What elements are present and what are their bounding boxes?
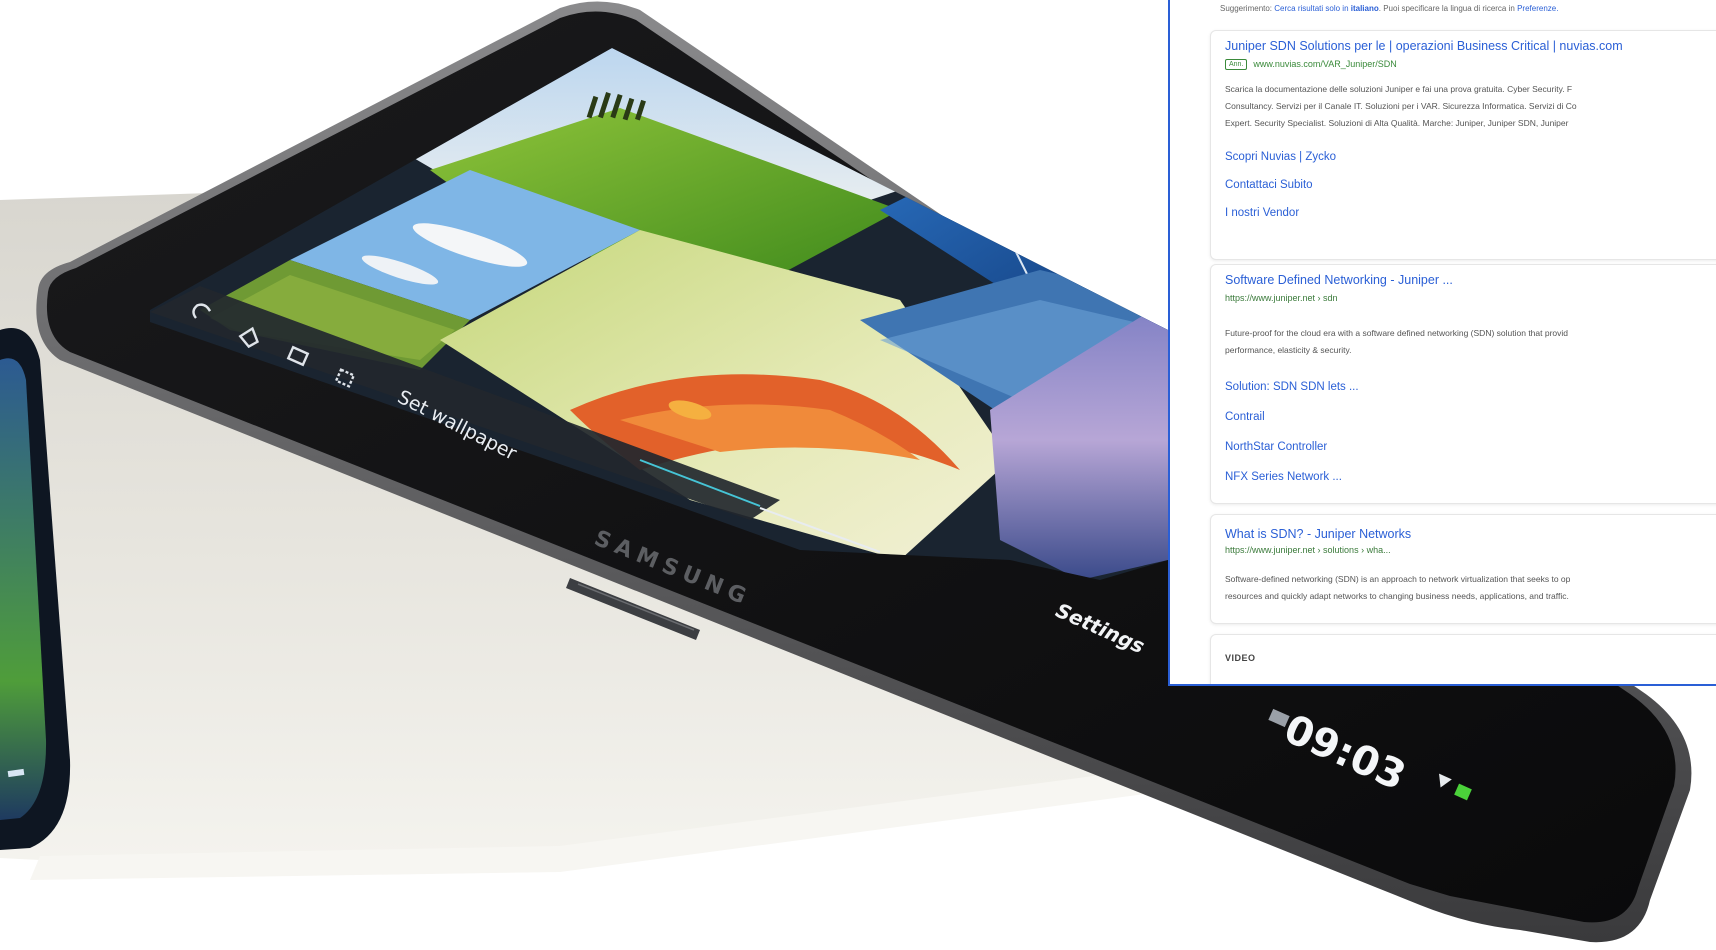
result-card: Software Defined Networking - Juniper ..… xyxy=(1210,264,1716,504)
suggestion-tail: . Puoi specificare la lingua di ricerca … xyxy=(1378,4,1515,13)
sitelink[interactable]: Solution: SDN SDN lets ... xyxy=(1225,381,1359,393)
desc-line: resources and quickly adapt networks to … xyxy=(1225,591,1569,601)
search-results-panel: Suggerimento: Cerca risultati solo in it… xyxy=(1168,0,1716,686)
sitelink[interactable]: Scopri Nuvias | Zycko xyxy=(1225,151,1336,163)
result-url-text: www.nuvias.com/VAR_Juniper/SDN xyxy=(1253,59,1397,69)
result-card: What is SDN? - Juniper Networks https://… xyxy=(1210,514,1716,624)
result-title[interactable]: Software Defined Networking - Juniper ..… xyxy=(1225,273,1453,287)
desc-line: performance, elasticity & security. xyxy=(1225,345,1352,355)
desc-line: Scarica la documentazione delle soluzion… xyxy=(1225,84,1573,94)
result-title[interactable]: Juniper SDN Solutions per le | operazion… xyxy=(1225,39,1623,53)
suggestion-link[interactable]: Cerca risultati solo in xyxy=(1274,4,1348,13)
result-url[interactable]: https://www.juniper.net › solutions › wh… xyxy=(1225,545,1391,555)
desc-line: Future-proof for the cloud era with a so… xyxy=(1225,328,1569,338)
result-url[interactable]: Ann. www.nuvias.com/VAR_Juniper/SDN xyxy=(1225,59,1397,70)
sitelink[interactable]: NorthStar Controller xyxy=(1225,441,1327,453)
sitelink[interactable]: NFX Series Network ... xyxy=(1225,471,1342,483)
result-title[interactable]: What is SDN? - Juniper Networks xyxy=(1225,527,1411,541)
language-suggestion: Suggerimento: Cerca risultati solo in it… xyxy=(1220,4,1558,13)
result-url[interactable]: https://www.juniper.net › sdn xyxy=(1225,293,1338,303)
result-card-ad: Juniper SDN Solutions per le | operazion… xyxy=(1210,30,1716,260)
ad-badge: Ann. xyxy=(1225,59,1248,70)
result-description: Software-defined networking (SDN) is an … xyxy=(1225,571,1716,605)
preferences-link[interactable]: Preferenze. xyxy=(1517,4,1558,13)
sitelink[interactable]: Contrail xyxy=(1225,411,1265,423)
result-description: Future-proof for the cloud era with a so… xyxy=(1225,325,1716,359)
desc-line: Expert. Security Specialist. Soluzioni d… xyxy=(1225,118,1569,128)
desc-line: Software-defined networking (SDN) is an … xyxy=(1225,574,1571,584)
video-label: VIDEO xyxy=(1225,653,1256,663)
desc-line: Consultancy. Servizi per il Canale IT. S… xyxy=(1225,101,1577,111)
sitelink[interactable]: Contattaci Subito xyxy=(1225,179,1313,191)
suggestion-prefix: Suggerimento: xyxy=(1220,4,1273,13)
sitelink[interactable]: I nostri Vendor xyxy=(1225,207,1299,219)
result-description: Scarica la documentazione delle soluzion… xyxy=(1225,81,1716,132)
video-section: VIDEO xyxy=(1210,634,1716,684)
suggestion-language-link[interactable]: italiano xyxy=(1351,4,1379,13)
